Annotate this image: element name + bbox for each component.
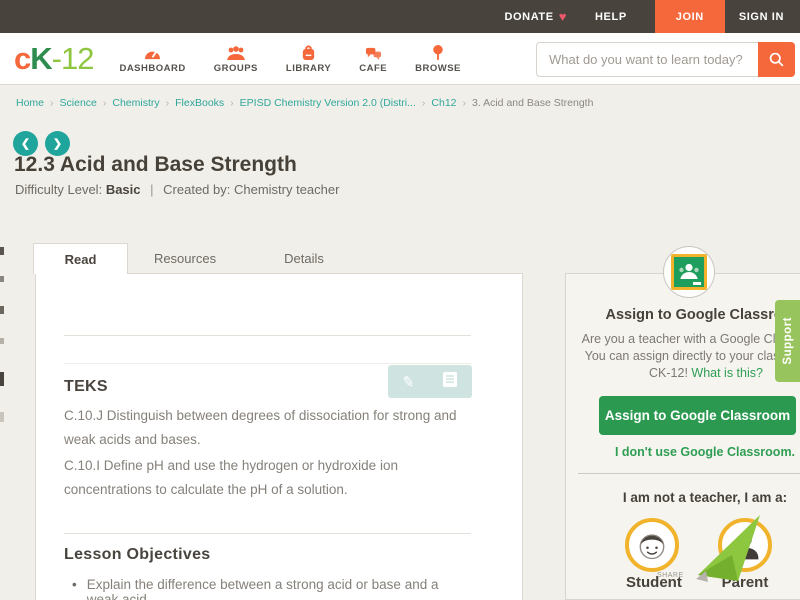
left-edge-clipped-icon bbox=[0, 247, 4, 255]
groups-people-icon bbox=[226, 43, 246, 61]
nav-items: DASHBOARD GROUPS LIBRARY CAFE BROWSE bbox=[119, 43, 460, 74]
search-button[interactable] bbox=[758, 42, 795, 77]
breadcrumb-separator: › bbox=[166, 97, 170, 109]
breadcrumb-separator: › bbox=[422, 97, 426, 109]
page-meta: Difficulty Level: Basic | Created by: Ch… bbox=[15, 182, 339, 197]
breadcrumb-link-ch12[interactable]: Ch12 bbox=[431, 97, 456, 109]
nav-item-dashboard[interactable]: DASHBOARD bbox=[119, 43, 185, 74]
classroom-card-body: Are you a teacher with a Google Classroo… bbox=[574, 331, 800, 382]
teks-paragraph-1: C.10.J Distinguish between degrees of di… bbox=[64, 404, 464, 452]
sign-in-button[interactable]: SIGN IN bbox=[739, 11, 784, 23]
student-role-button[interactable] bbox=[625, 518, 679, 572]
left-edge-clipped-icon bbox=[0, 306, 4, 314]
logo-k: K bbox=[30, 41, 51, 76]
lesson-objectives-heading: Lesson Objectives bbox=[64, 546, 211, 564]
divider bbox=[64, 335, 471, 336]
help-button[interactable]: HELP bbox=[595, 11, 627, 23]
left-edge-clipped-icon bbox=[0, 372, 4, 386]
share-watermark: SHARE bbox=[657, 572, 684, 579]
left-edge-clipped-icon bbox=[0, 276, 4, 282]
nav-label: CAFE bbox=[359, 63, 387, 74]
difficulty-value: Basic bbox=[106, 182, 141, 197]
created-by: Created by: Chemistry teacher bbox=[163, 182, 339, 197]
breadcrumb-link-flexbooks[interactable]: FlexBooks bbox=[175, 97, 224, 109]
browse-pin-icon bbox=[432, 43, 444, 61]
nav-item-library[interactable]: LIBRARY bbox=[286, 43, 331, 74]
tab-read[interactable]: Read bbox=[33, 243, 128, 274]
nav-label: GROUPS bbox=[214, 63, 258, 74]
what-is-this-link[interactable]: What is this? bbox=[691, 366, 763, 380]
breadcrumb-link-chemistry[interactable]: Chemistry bbox=[112, 97, 159, 109]
donate-label: DONATE bbox=[504, 11, 553, 23]
bullet-icon: • bbox=[72, 577, 77, 600]
left-edge-clipped-icon bbox=[0, 338, 4, 344]
objective-list-item: • Explain the difference between a stron… bbox=[72, 577, 472, 600]
nav-label: LIBRARY bbox=[286, 63, 331, 74]
edit-pencil-icon[interactable]: ✎ bbox=[400, 372, 416, 392]
nav-item-browse[interactable]: BROWSE bbox=[415, 43, 461, 74]
support-tab[interactable]: Support bbox=[775, 300, 800, 382]
breadcrumb-separator: › bbox=[103, 97, 107, 109]
search-input[interactable] bbox=[536, 42, 758, 77]
nav-label: DASHBOARD bbox=[119, 63, 185, 74]
tab-resources[interactable]: Resources bbox=[155, 243, 215, 274]
breadcrumb-link-book[interactable]: EPISD Chemistry Version 2.0 (Distri... bbox=[240, 97, 416, 109]
share-arrow-icon bbox=[696, 513, 762, 588]
meta-separator: | bbox=[150, 182, 153, 197]
support-tab-label: Support bbox=[782, 317, 794, 365]
breadcrumb-current: 3. Acid and Base Strength bbox=[472, 97, 593, 109]
chevron-right-icon: ❯ bbox=[53, 137, 62, 150]
annotation-toolbar[interactable]: ✎ bbox=[388, 365, 472, 398]
divider bbox=[64, 363, 471, 364]
teks-paragraph-2: C.10.I Define pH and use the hydrogen or… bbox=[64, 454, 464, 502]
tab-details[interactable]: Details bbox=[283, 243, 325, 274]
breadcrumb-separator: › bbox=[230, 97, 234, 109]
ck12-logo[interactable]: cK-12 bbox=[14, 43, 93, 74]
assign-to-classroom-button[interactable]: Assign to Google Classroom bbox=[599, 396, 796, 435]
classroom-card-heading: Assign to Google Classroom bbox=[566, 307, 800, 323]
nav-item-groups[interactable]: GROUPS bbox=[214, 43, 258, 74]
student-face-icon bbox=[634, 527, 670, 563]
teks-heading: TEKS bbox=[64, 378, 108, 396]
lesson-content-panel: ✎ TEKS C.10.J Distinguish between degree… bbox=[35, 273, 523, 600]
google-classroom-card: Assign to Google Classroom Are you a tea… bbox=[565, 273, 800, 600]
page-title: 12.3 Acid and Base Strength bbox=[14, 153, 297, 177]
nav-item-cafe[interactable]: CAFE bbox=[359, 43, 387, 74]
google-classroom-icon bbox=[671, 254, 707, 290]
breadcrumb-separator: › bbox=[50, 97, 54, 109]
cafe-chat-icon bbox=[364, 43, 383, 61]
notes-document-icon[interactable] bbox=[442, 371, 458, 393]
divider bbox=[64, 533, 471, 534]
chevron-left-icon: ❮ bbox=[21, 137, 30, 150]
breadcrumb: Home › Science › Chemistry › FlexBooks ›… bbox=[16, 97, 786, 109]
search-bar bbox=[536, 42, 795, 77]
main-navbar: cK-12 DASHBOARD GROUPS LIBRARY CAFE bbox=[0, 33, 800, 85]
logo-12: -12 bbox=[52, 41, 94, 76]
breadcrumb-link-science[interactable]: Science bbox=[60, 97, 97, 109]
nav-label: BROWSE bbox=[415, 63, 461, 74]
google-classroom-badge bbox=[663, 246, 715, 298]
no-classroom-link[interactable]: I don't use Google Classroom. bbox=[566, 445, 800, 459]
library-backpack-icon bbox=[300, 43, 317, 61]
donate-button[interactable]: DONATE ♥ bbox=[504, 9, 567, 24]
join-button[interactable]: JOIN bbox=[655, 0, 725, 33]
divider bbox=[578, 473, 800, 474]
objective-text: Explain the difference between a strong … bbox=[87, 577, 472, 600]
heart-icon: ♥ bbox=[559, 9, 567, 24]
breadcrumb-link-home[interactable]: Home bbox=[16, 97, 44, 109]
left-edge-clipped-icon bbox=[0, 412, 4, 422]
logo-c: c bbox=[14, 41, 30, 76]
search-icon bbox=[768, 51, 785, 68]
difficulty-label: Difficulty Level: bbox=[15, 182, 102, 197]
top-utility-bar: DONATE ♥ HELP JOIN SIGN IN bbox=[0, 0, 800, 33]
role-prompt: I am not a teacher, I am a: bbox=[566, 490, 800, 505]
dashboard-gauge-icon bbox=[143, 43, 162, 61]
breadcrumb-separator: › bbox=[463, 97, 467, 109]
